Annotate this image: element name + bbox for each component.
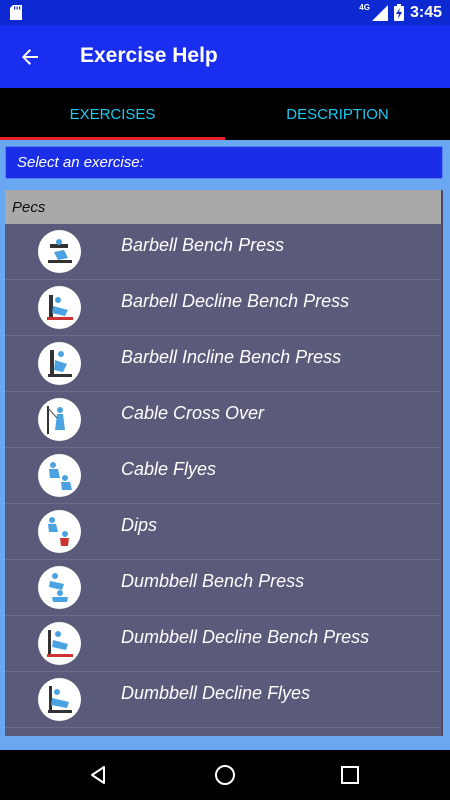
battery-charging-icon [393, 4, 404, 21]
sd-card-icon [10, 5, 22, 20]
tab-bar: EXERCISES DESCRIPTION [0, 88, 450, 140]
nav-home-button[interactable] [195, 750, 255, 800]
exercise-label: Cable Cross Over [121, 403, 265, 423]
status-bar: 4G 3:45 [0, 0, 450, 25]
exercise-label: Barbell Bench Press [121, 235, 285, 255]
tab-description[interactable]: DESCRIPTION [225, 88, 450, 140]
exercise-selector[interactable]: Select an exercise: [5, 146, 443, 179]
triangle-back-icon [91, 766, 105, 784]
exercise-list: Barbell Bench Press Barbell Decline Benc… [5, 224, 441, 728]
nav-back-button[interactable] [68, 750, 128, 800]
group-header-pecs[interactable]: Pecs [5, 190, 441, 224]
clock: 3:45 [409, 3, 442, 21]
circle-home-icon [215, 765, 235, 785]
tab-exercises[interactable]: EXERCISES [0, 88, 225, 140]
exercise-thumbnail-icon [38, 398, 81, 441]
list-item[interactable]: Dumbbell Decline Flyes [5, 672, 441, 728]
list-item[interactable]: Barbell Incline Bench Press [5, 336, 441, 392]
list-item[interactable]: Cable Flyes [5, 448, 441, 504]
exercise-thumbnail-icon [38, 454, 81, 497]
exercise-thumbnail-icon [38, 286, 81, 329]
list-item[interactable]: Barbell Decline Bench Press [5, 280, 441, 336]
exercise-thumbnail-icon [38, 510, 81, 553]
exercise-thumbnail-icon [38, 342, 81, 385]
list-item[interactable]: Dips [5, 504, 441, 560]
content-area: Select an exercise: Pecs Barbell Bench P… [0, 140, 450, 750]
square-recents-icon [341, 766, 359, 784]
page-title: Exercise Help [80, 44, 218, 67]
exercise-list-panel[interactable]: Pecs Barbell Bench Press Barbell Decline… [5, 190, 443, 736]
exercise-label: Barbell Decline Bench Press [121, 291, 350, 311]
nav-recents-button[interactable] [320, 750, 380, 800]
exercise-thumbnail-icon [38, 622, 81, 665]
list-item[interactable]: Barbell Bench Press [5, 224, 441, 280]
scrollbar[interactable] [441, 190, 443, 736]
navigation-bar [0, 750, 450, 800]
exercise-label: Dips [121, 515, 158, 535]
exercise-label: Cable Flyes [121, 459, 217, 479]
list-item[interactable]: Dumbbell Decline Bench Press [5, 616, 441, 672]
exercise-thumbnail-icon [38, 230, 81, 273]
app-bar: Exercise Help [0, 25, 450, 88]
signal-icon [371, 4, 388, 21]
exercise-thumbnail-icon [38, 678, 81, 721]
list-item[interactable]: Cable Cross Over [5, 392, 441, 448]
status-icons: 4G 3:45 [359, 0, 442, 25]
exercise-label: Barbell Incline Bench Press [121, 347, 342, 367]
exercise-label: Dumbbell Decline Flyes [121, 683, 311, 703]
network-type: 4G [359, 3, 370, 12]
back-button[interactable] [14, 41, 46, 73]
exercise-label: Dumbbell Bench Press [121, 571, 305, 591]
exercise-label: Dumbbell Decline Bench Press [121, 627, 370, 647]
list-item[interactable]: Dumbbell Bench Press [5, 560, 441, 616]
arrow-back-icon [22, 49, 38, 65]
exercise-thumbnail-icon [38, 566, 81, 609]
